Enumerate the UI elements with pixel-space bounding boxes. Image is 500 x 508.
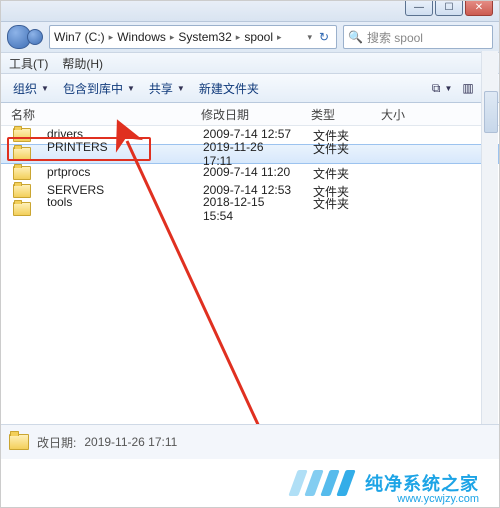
chevron-down-icon[interactable]: ▼ (444, 84, 452, 93)
new-folder-button[interactable]: 新建文件夹 (195, 78, 263, 99)
title-bar: — ☐ ✕ (1, 1, 499, 22)
search-icon: 🔍 (348, 30, 363, 44)
breadcrumb-seg-0[interactable]: Win7 (C:)▸ (54, 30, 117, 44)
table-row[interactable]: tools2018-12-15 15:54文件夹 (1, 200, 499, 218)
cell-type: 文件夹 (303, 165, 373, 182)
preview-pane-icon[interactable]: ▥ (462, 81, 473, 95)
breadcrumb-seg-3[interactable]: spool▸ (244, 30, 285, 44)
col-name[interactable]: 名称 (1, 106, 191, 123)
col-size[interactable]: 大小 (371, 106, 431, 123)
toolbar: 组织▼ 包含到库中▼ 共享▼ 新建文件夹 ⧉▼ ▥ ◐ (1, 74, 499, 103)
organize-button[interactable]: 组织▼ (9, 78, 53, 99)
folder-icon (13, 202, 31, 216)
table-row[interactable]: prtprocs2009-7-14 11:20文件夹 (1, 164, 499, 182)
refresh-icon[interactable]: ↻ (316, 30, 332, 44)
status-bar: 改日期: 2019-11-26 17:11 (1, 424, 499, 459)
chevron-right-icon: ▸ (170, 32, 175, 43)
folder-icon (13, 128, 31, 142)
vertical-scrollbar[interactable] (481, 51, 498, 429)
maximize-button[interactable]: ☐ (435, 1, 463, 16)
file-list[interactable]: drivers2009-7-14 12:57文件夹PRINTERS2019-11… (1, 126, 499, 446)
col-type[interactable]: 类型 (301, 106, 371, 123)
folder-icon (13, 184, 31, 198)
folder-icon (13, 147, 31, 161)
table-row[interactable]: PRINTERS2019-11-26 17:11文件夹 (1, 144, 499, 164)
watermark-logo-icon (293, 470, 351, 496)
chevron-down-icon: ▼ (177, 84, 185, 93)
chevron-right-icon: ▸ (109, 32, 114, 43)
scrollbar-thumb[interactable] (484, 91, 498, 133)
cell-date: 2009-7-14 11:20 (193, 165, 303, 182)
view-switch-icon[interactable]: ⧉ (432, 81, 441, 96)
status-label: 改日期: (37, 434, 76, 451)
breadcrumb-tail: ▾ ↻ (303, 30, 336, 44)
chevron-down-icon: ▼ (41, 84, 49, 93)
column-headers: 名称 修改日期 类型 大小 (1, 103, 499, 126)
menu-tools[interactable]: 工具(T) (9, 55, 48, 72)
folder-icon (9, 434, 29, 450)
minimize-button[interactable]: — (405, 1, 433, 16)
breadcrumb-seg-1[interactable]: Windows▸ (117, 30, 178, 44)
close-button[interactable]: ✕ (465, 1, 493, 16)
search-placeholder: 搜索 spool (367, 29, 423, 46)
status-value: 2019-11-26 17:11 (84, 435, 177, 449)
chevron-right-icon: ▸ (236, 32, 241, 43)
menu-bar: 工具(T) 帮助(H) (1, 53, 499, 74)
include-in-library-button[interactable]: 包含到库中▼ (59, 78, 139, 99)
chevron-down-icon: ▼ (127, 84, 135, 93)
share-button[interactable]: 共享▼ (145, 78, 189, 99)
watermark-url: www.ycwjzy.com (397, 493, 479, 505)
folder-icon (13, 166, 31, 180)
chevron-down-icon[interactable]: ▾ (307, 32, 312, 43)
cell-name: prtprocs (37, 165, 193, 182)
cell-name: tools (37, 195, 193, 223)
chevron-right-icon: ▸ (277, 32, 282, 43)
breadcrumb[interactable]: Win7 (C:)▸ Windows▸ System32▸ spool▸ ▾ ↻ (49, 25, 337, 49)
col-date[interactable]: 修改日期 (191, 106, 301, 123)
watermark: 纯净系统之家 www.ycwjzy.com (1, 459, 499, 507)
cell-type: 文件夹 (303, 195, 373, 223)
window-buttons: — ☐ ✕ (403, 1, 493, 16)
breadcrumb-seg-2[interactable]: System32▸ (178, 30, 244, 44)
menu-help[interactable]: 帮助(H) (62, 55, 103, 72)
search-input[interactable]: 🔍 搜索 spool (343, 25, 493, 49)
address-bar-row: Win7 (C:)▸ Windows▸ System32▸ spool▸ ▾ ↻… (1, 22, 499, 53)
cell-date: 2018-12-15 15:54 (193, 195, 303, 223)
nav-forward-icon[interactable] (27, 29, 43, 45)
